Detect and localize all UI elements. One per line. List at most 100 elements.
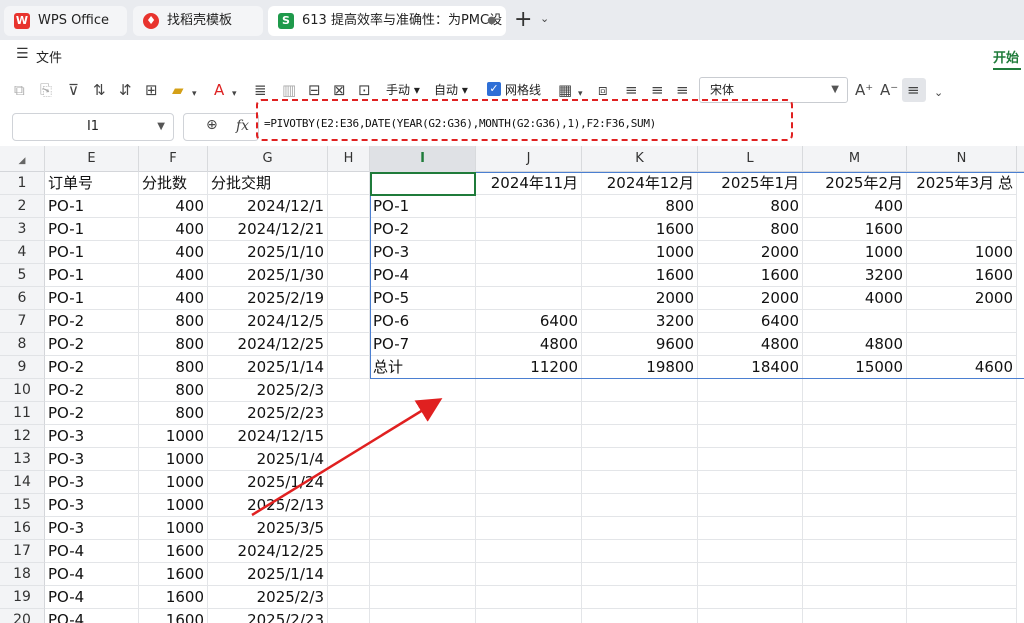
source-data-cell[interactable]: PO-3	[45, 494, 139, 517]
column-header-g[interactable]: G	[208, 146, 328, 172]
grid-cell[interactable]	[328, 379, 370, 402]
grid-cell[interactable]	[476, 402, 582, 425]
source-data-cell[interactable]: 1600	[139, 586, 208, 609]
grid-cell[interactable]	[582, 402, 698, 425]
freeze-pane-icon[interactable]: ⊡	[358, 80, 371, 100]
font-color-chevron-icon[interactable]: ▾	[232, 84, 237, 104]
grid-cell[interactable]	[698, 425, 803, 448]
row-header-10[interactable]: 10	[0, 379, 45, 402]
source-data-cell[interactable]: 1000	[139, 517, 208, 540]
grid-cell[interactable]	[698, 540, 803, 563]
grid-cell[interactable]	[582, 517, 698, 540]
source-data-cell[interactable]: 2024/12/15	[208, 425, 328, 448]
grid-cell[interactable]	[803, 402, 907, 425]
row-header-16[interactable]: 16	[0, 517, 45, 540]
source-data-cell[interactable]: 1600	[139, 609, 208, 623]
source-data-cell[interactable]: PO-1	[45, 195, 139, 218]
grid-cell[interactable]	[476, 379, 582, 402]
grid-cell[interactable]	[476, 517, 582, 540]
ribbon-tab-start[interactable]: 开始	[993, 47, 1019, 66]
source-data-cell[interactable]: 1000	[139, 448, 208, 471]
source-data-cell[interactable]: PO-2	[45, 333, 139, 356]
grid-cell[interactable]	[328, 195, 370, 218]
shape-icon[interactable]: ⧈	[598, 80, 608, 100]
source-data-cell[interactable]: 1000	[139, 425, 208, 448]
align-right-icon[interactable]: ≡	[676, 80, 689, 100]
source-data-cell[interactable]: 800	[139, 333, 208, 356]
grid-cell[interactable]	[582, 494, 698, 517]
grid-cell[interactable]	[907, 425, 1017, 448]
borders-icon[interactable]: ⊞	[145, 80, 158, 100]
align-middle-icon[interactable]: ≡	[907, 80, 920, 100]
grid-cell[interactable]	[370, 425, 476, 448]
source-data-cell[interactable]: 1000	[139, 471, 208, 494]
auto-calc-button[interactable]: 自动 ▾	[434, 81, 468, 99]
source-data-cell[interactable]: PO-4	[45, 609, 139, 623]
source-data-cell[interactable]: PO-2	[45, 402, 139, 425]
source-data-cell[interactable]: 800	[139, 310, 208, 333]
tab-current-spreadsheet[interactable]: S 613 提高效率与准确性：为PMC设 ●	[268, 6, 506, 36]
grid-cell[interactable]	[328, 287, 370, 310]
sort-descending-icon[interactable]: ⇵	[119, 80, 132, 100]
row-header-7[interactable]: 7	[0, 310, 45, 333]
grid-cell[interactable]	[803, 425, 907, 448]
merge-cells-icon[interactable]: ▥	[282, 80, 296, 100]
grid-cell[interactable]	[328, 517, 370, 540]
row-header-2[interactable]: 2	[0, 195, 45, 218]
sort-ascending-icon[interactable]: ⇅	[93, 80, 106, 100]
row-header-13[interactable]: 13	[0, 448, 45, 471]
row-header-17[interactable]: 17	[0, 540, 45, 563]
row-header-20[interactable]: 20	[0, 609, 45, 623]
insert-column-icon[interactable]: ⊠	[333, 80, 346, 100]
fx-icon[interactable]: fx	[236, 118, 249, 134]
source-data-cell[interactable]: 1600	[139, 563, 208, 586]
source-data-cell[interactable]: 2025/2/23	[208, 609, 328, 623]
grid-cell[interactable]	[698, 563, 803, 586]
grid-cell[interactable]	[328, 218, 370, 241]
column-header-n[interactable]: N	[907, 146, 1017, 172]
grid-cell[interactable]	[582, 425, 698, 448]
row-header-8[interactable]: 8	[0, 333, 45, 356]
grid-cell[interactable]	[328, 310, 370, 333]
more-options-chevron-icon[interactable]: ⌄	[934, 83, 943, 103]
row-header-12[interactable]: 12	[0, 425, 45, 448]
fill-color-chevron-icon[interactable]: ▾	[192, 84, 197, 104]
row-header-9[interactable]: 9	[0, 356, 45, 379]
grid-cell[interactable]	[370, 402, 476, 425]
source-data-cell[interactable]: 2025/1/24	[208, 471, 328, 494]
grid-cell[interactable]	[328, 540, 370, 563]
source-data-cell[interactable]: 2025/1/10	[208, 241, 328, 264]
row-header-4[interactable]: 4	[0, 241, 45, 264]
column-header-j[interactable]: J	[476, 146, 582, 172]
source-data-cell[interactable]: PO-3	[45, 471, 139, 494]
paste-values-icon[interactable]: ⧉	[14, 80, 25, 100]
spreadsheet-grid[interactable]: ◢ EFGHIJKLMN 1 2 3 4 5 6 7 8 9 10 11 12 13 14 15 16 17 18…	[0, 146, 1024, 623]
grid-cell[interactable]	[698, 379, 803, 402]
grid-cell[interactable]	[328, 586, 370, 609]
source-data-cell[interactable]: 2025/2/19	[208, 287, 328, 310]
zoom-icon[interactable]: ⊕	[206, 117, 218, 133]
grid-cell[interactable]	[803, 563, 907, 586]
grid-cell[interactable]	[328, 471, 370, 494]
row-header-3[interactable]: 3	[0, 218, 45, 241]
grid-cell[interactable]	[698, 448, 803, 471]
source-data-cell[interactable]: 800	[139, 402, 208, 425]
grid-cell[interactable]	[476, 609, 582, 623]
fill-color-icon[interactable]: ▰	[172, 80, 184, 100]
source-data-cell[interactable]: 400	[139, 264, 208, 287]
grid-cell[interactable]	[803, 540, 907, 563]
row-header-15[interactable]: 15	[0, 494, 45, 517]
source-data-cell[interactable]: 2025/1/30	[208, 264, 328, 287]
source-data-cell[interactable]: 2025/1/4	[208, 448, 328, 471]
grid-cell[interactable]	[698, 586, 803, 609]
grid-cell[interactable]	[907, 448, 1017, 471]
grid-cell[interactable]	[328, 172, 370, 195]
grid-cell[interactable]	[582, 609, 698, 623]
source-data-cell[interactable]: 400	[139, 218, 208, 241]
grid-cell[interactable]	[370, 563, 476, 586]
tab-wps-office[interactable]: W WPS Office	[4, 6, 127, 36]
source-data-cell[interactable]: PO-4	[45, 563, 139, 586]
grid-cell[interactable]	[907, 494, 1017, 517]
grid-cell[interactable]	[328, 609, 370, 623]
name-box[interactable]: I1 ▼	[12, 113, 174, 141]
